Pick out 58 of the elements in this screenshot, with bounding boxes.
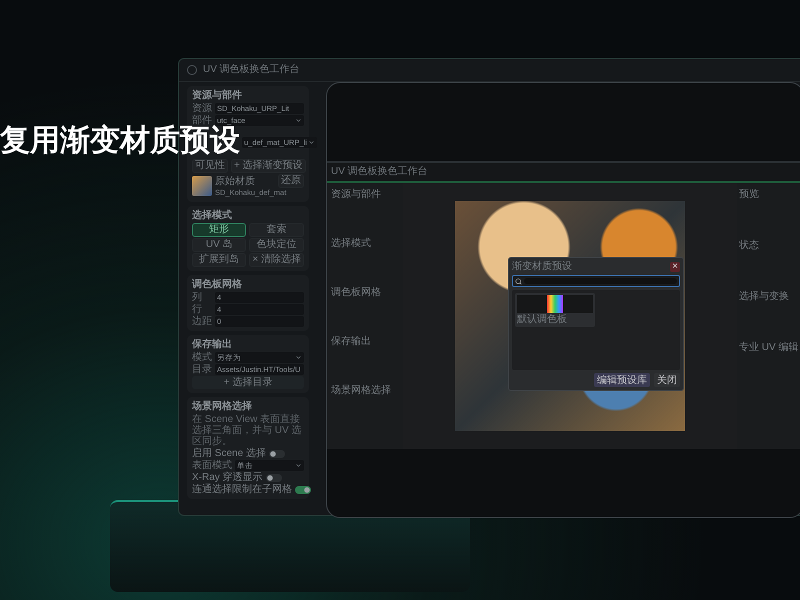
toggle-label: X-Ray 穿透显示 [192, 472, 263, 483]
dialog-button[interactable]: 关闭 [654, 373, 680, 387]
field-label: 边距 [192, 316, 212, 327]
app-icon [187, 65, 197, 75]
search-field[interactable] [512, 275, 680, 287]
mode-button[interactable]: 色块定位 [249, 238, 304, 252]
toggle-switch[interactable] [295, 486, 311, 494]
dialog-button[interactable]: 编辑预设库 [594, 373, 650, 387]
section-title: 调色板网格 [192, 279, 243, 290]
select-folder-button[interactable]: + 选择目录 [192, 376, 304, 389]
field-label: 行 [192, 304, 203, 315]
mode-button[interactable]: 套索 [249, 223, 304, 237]
mode-button[interactable]: 矩形 [192, 223, 246, 237]
field-label: 目录 [192, 364, 212, 375]
mode-button[interactable]: 扩展到岛 [192, 253, 246, 267]
section-title: 专业 UV 编辑 [739, 342, 800, 353]
toggle-label: 连通选择限制在子网格 [192, 484, 292, 495]
section-title: 选择与变换 [739, 291, 790, 302]
field-label: 模式 [192, 352, 212, 363]
headline: 复用渐变材质预设 [0, 126, 240, 156]
material-title: 原始材质 [215, 176, 255, 186]
search-icon [515, 278, 522, 284]
section-title: 场景网格选择 [192, 401, 253, 412]
section-title: 选择模式 [192, 210, 233, 221]
window-title: UV 调色板换色工作台 [203, 64, 300, 76]
action-button[interactable]: 可见性 [192, 159, 228, 173]
field-label: 列 [192, 292, 203, 303]
caret-icon [308, 139, 315, 146]
field-label: 资源 [192, 103, 212, 114]
mode-button[interactable]: × 清除选择 [249, 253, 304, 267]
restore-button[interactable]: 还原 [278, 174, 304, 188]
window-title: UV 调色板换色工作台 [331, 166, 428, 178]
section-title: 资源与部件 [331, 189, 382, 200]
caret-icon [295, 462, 302, 469]
photo-placeholder [192, 176, 212, 196]
section-title: 资源与部件 [192, 90, 243, 101]
close-button[interactable]: × [670, 262, 680, 272]
toggle-label: 启用 Scene 选择 [192, 448, 266, 459]
mode-button[interactable]: UV 岛 [192, 238, 246, 252]
action-button[interactable]: + 选择渐变预设 [231, 159, 306, 173]
section-title: 状态 [739, 240, 760, 251]
section-title: 预览 [739, 189, 760, 200]
preset-name: 默认调色板 [517, 314, 568, 325]
field-label: 表面模式 [192, 460, 232, 471]
section-title: 场景网格选择 [331, 385, 392, 396]
description-text: 在 Scene View 表面直接选择三角面，并与 UV 选区同步。 [192, 414, 302, 447]
gradient-swatch [547, 295, 563, 313]
section-title: 选择模式 [331, 238, 372, 249]
section-title: 保存输出 [192, 339, 233, 350]
preset-card[interactable]: 默认调色板 [515, 293, 595, 327]
caret-icon [295, 354, 302, 361]
toggle-switch[interactable] [266, 474, 282, 482]
dialog-title: 渐变材质预设 [512, 261, 572, 272]
section-title: 保存输出 [331, 336, 372, 347]
section-title: 调色板网格 [331, 287, 382, 298]
caret-icon [295, 117, 302, 124]
toggle-switch[interactable] [268, 450, 285, 458]
field-label: 部件 [192, 115, 212, 126]
